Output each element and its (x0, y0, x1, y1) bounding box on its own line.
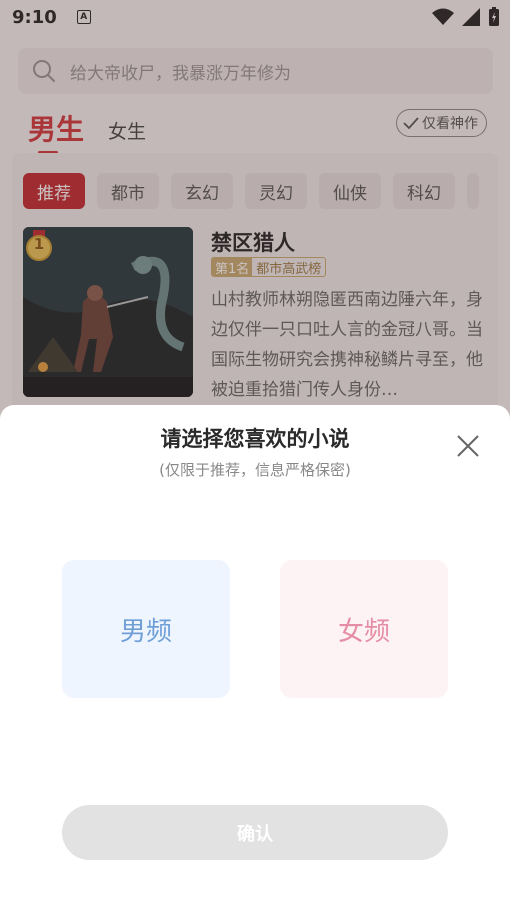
app-screen: 9:10 A 给大帝收尸，我暴涨万年修为 男生 女生 仅看神作 推荐 都市 玄幻… (0, 0, 510, 906)
male-option-button[interactable]: 男频 (62, 560, 230, 698)
modal-subtitle: (仅限于推荐，信息严格保密) (159, 461, 351, 479)
female-option-button[interactable]: 女频 (280, 560, 448, 698)
close-icon[interactable] (455, 433, 481, 459)
confirm-button[interactable]: 确认 (62, 805, 448, 860)
modal-title: 请选择您喜欢的小说 (160, 427, 350, 451)
preference-modal: 请选择您喜欢的小说 (仅限于推荐，信息严格保密) 男频 女频 确认 (0, 405, 510, 906)
